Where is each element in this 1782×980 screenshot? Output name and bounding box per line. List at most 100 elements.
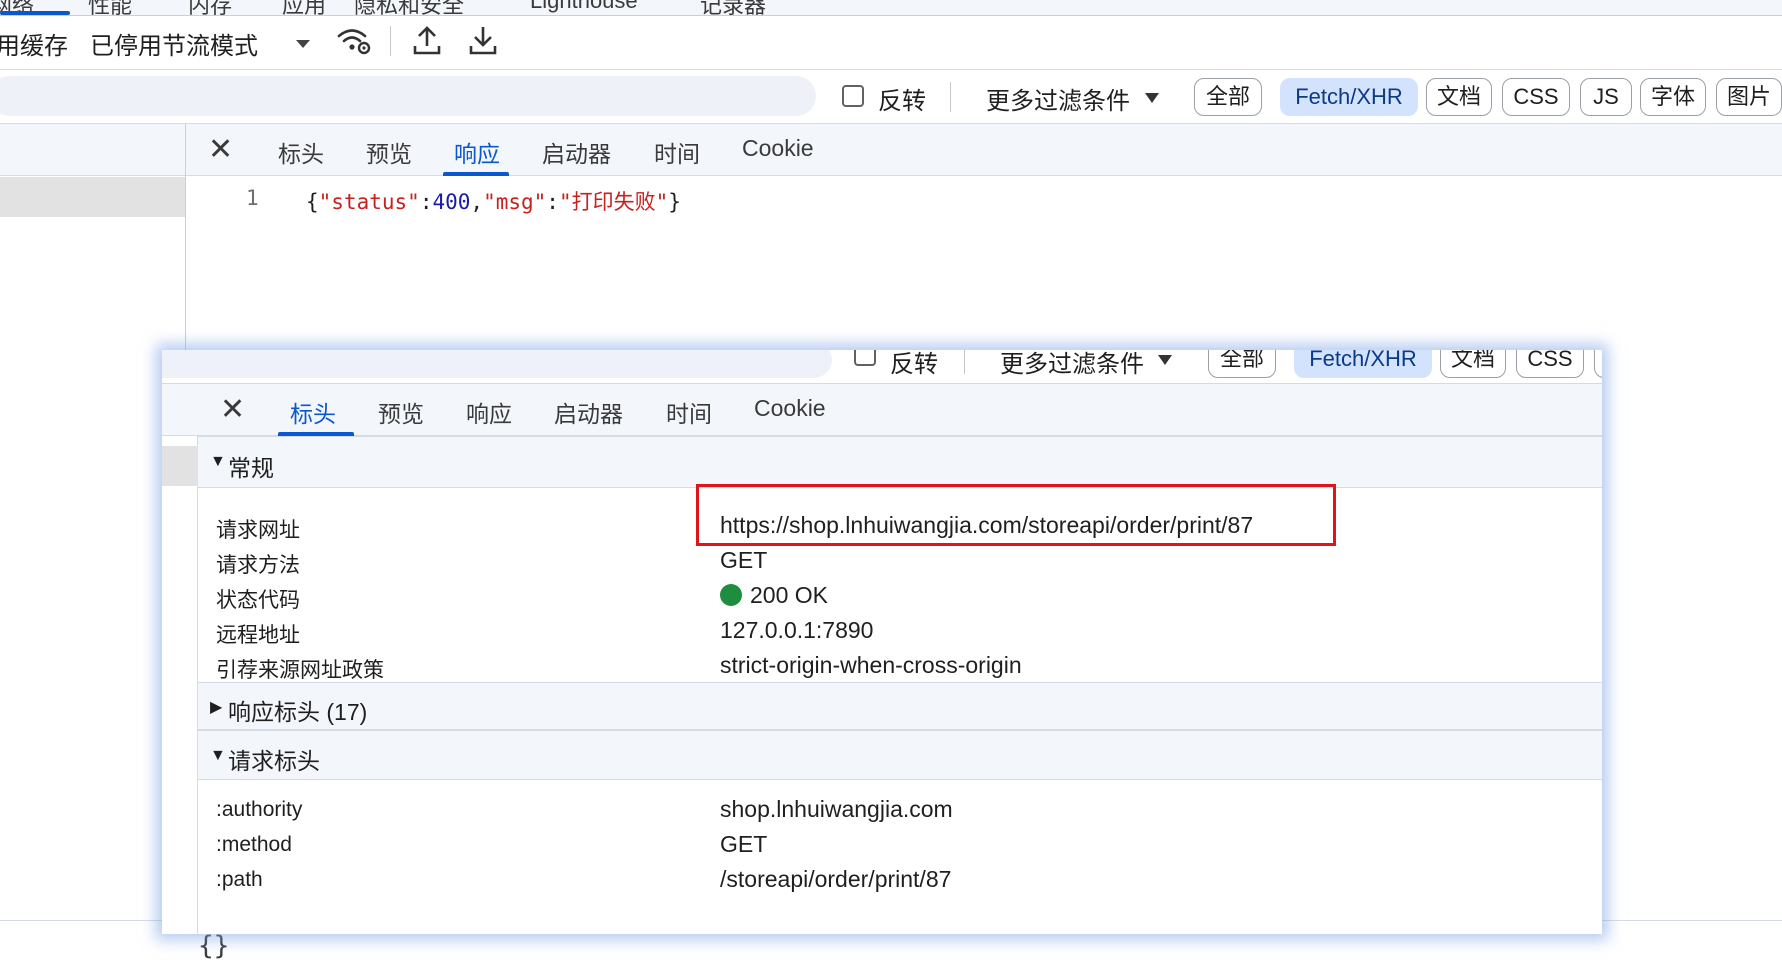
filter-chip-all[interactable]: 全部 <box>1194 78 1262 116</box>
json-brace-close: } <box>668 190 681 214</box>
header-authority-value: shop.lnhuiwangjia.com <box>720 796 953 822</box>
referrer-policy-key: 引荐来源网址政策 <box>216 659 384 682</box>
header-path-value: /storeapi/order/print/87 <box>720 866 952 892</box>
json-value-status: 400 <box>432 190 471 214</box>
download-icon[interactable] <box>468 24 498 63</box>
panel-tab-lighthouse[interactable]: Lighthouse <box>530 0 638 14</box>
filter-divider <box>950 82 951 112</box>
wifi-settings-icon[interactable] <box>336 24 372 63</box>
overlay-filter-divider <box>964 350 965 374</box>
overlay-invert-checkbox[interactable] <box>854 350 876 366</box>
response-json-line: {"status":400,"msg":"打印失败"} <box>306 186 681 216</box>
status-ok-dot-icon <box>720 584 742 606</box>
response-headers-section-header[interactable]: ▶ 响应标头 (17) <box>198 682 1602 730</box>
tab-timing[interactable]: 时间 <box>654 135 700 169</box>
overlay-chip-clipped[interactable] <box>1594 350 1602 378</box>
throttling-select[interactable]: 已停用节流模式 <box>90 26 258 61</box>
panel-tab-memory[interactable]: 内存 <box>188 0 232 15</box>
filter-chip-font[interactable]: 字体 <box>1640 78 1706 116</box>
panel-tab-active-indicator <box>0 11 70 15</box>
tab-response[interactable]: 响应 <box>454 135 500 169</box>
curly-braces-icon[interactable]: {} <box>198 931 229 961</box>
header-authority-key: :authority <box>216 798 303 821</box>
filter-chip-img[interactable]: 图片 <box>1716 78 1782 116</box>
overlay-chip-doc[interactable]: 文档 <box>1440 350 1506 378</box>
overlay-tab-cookies[interactable]: Cookie <box>754 395 826 422</box>
overlay-request-list-header <box>162 384 198 436</box>
invert-label: 反转 <box>878 88 926 115</box>
filter-chip-fetch-xhr[interactable]: Fetch/XHR <box>1280 78 1418 116</box>
overlay-chip-all[interactable]: 全部 <box>1208 350 1276 378</box>
overlay-more-filters[interactable]: 更多过滤条件 <box>1000 350 1144 379</box>
general-section-title: 常规 <box>228 455 274 481</box>
more-filters-button[interactable]: 更多过滤条件 <box>986 81 1130 116</box>
request-list-header <box>0 124 185 176</box>
triangle-down-icon: ▼ <box>210 747 226 764</box>
tab-initiator[interactable]: 启动器 <box>542 135 611 169</box>
line-number: 1 <box>246 186 259 210</box>
overlay-tab-response[interactable]: 响应 <box>466 395 512 429</box>
status-code-value: 200 OK <box>720 582 828 609</box>
highlight-box <box>696 484 1336 546</box>
panel-tab-recorder[interactable]: 记录器 <box>700 0 766 15</box>
header-path-key: :path <box>216 868 263 891</box>
filter-chip-doc[interactable]: 文档 <box>1426 78 1492 116</box>
overlay-tab-initiator[interactable]: 启动器 <box>554 395 623 429</box>
triangle-down-icon: ▼ <box>210 453 226 470</box>
overlay-chip-css[interactable]: CSS <box>1516 350 1584 378</box>
request-headers-section-header[interactable]: ▼ 请求标头 <box>198 730 1602 780</box>
tab-headers[interactable]: 标头 <box>278 135 324 169</box>
detail-tabs: ✕ 标头 预览 响应 启动器 时间 Cookie <box>186 124 1782 176</box>
json-colon: : <box>419 190 433 214</box>
json-comma: , <box>470 190 484 214</box>
overlay-chip-fetch-xhr[interactable]: Fetch/XHR <box>1294 350 1432 378</box>
json-value-msg: "打印失败" <box>558 190 669 214</box>
response-headers-title: 响应标头 (17) <box>228 699 368 725</box>
request-headers-title: 请求标头 <box>228 748 320 774</box>
header-method-key: :method <box>216 833 292 856</box>
request-method-value: GET <box>720 547 768 573</box>
overlay-request-list <box>162 384 198 934</box>
request-list <box>0 124 186 980</box>
overlay-filter-input[interactable] <box>162 350 832 378</box>
tab-cookies[interactable]: Cookie <box>742 135 814 162</box>
overlay-invert-label: 反转 <box>890 351 938 378</box>
response-body: 1 {"status":400,"msg":"打印失败"} <box>186 176 1782 376</box>
network-toolbar: 用缓存 已停用节流模式 <box>0 16 1782 70</box>
filter-chip-js[interactable]: JS <box>1580 78 1632 116</box>
request-method-key: 请求方法 <box>216 554 300 577</box>
panel-tab-privacy-security[interactable]: 隐私和安全 <box>354 0 464 15</box>
referrer-policy-value: strict-origin-when-cross-origin <box>720 652 1022 678</box>
status-code-key: 状态代码 <box>216 589 300 612</box>
remote-address-key: 远程地址 <box>216 624 300 647</box>
header-method-value: GET <box>720 831 768 857</box>
tab-preview[interactable]: 预览 <box>366 135 412 169</box>
filter-chip-css[interactable]: CSS <box>1502 78 1570 116</box>
invert-checkbox[interactable] <box>842 85 864 107</box>
overlay-close-icon[interactable]: ✕ <box>220 395 245 425</box>
overlay-caret-down-icon[interactable] <box>1158 355 1172 365</box>
selected-request-row[interactable] <box>0 177 185 217</box>
overlay-selected-row[interactable] <box>162 446 198 486</box>
panel-tab-application[interactable]: 应用 <box>282 0 326 15</box>
triangle-right-icon: ▶ <box>210 699 223 716</box>
overlay-tab-headers[interactable]: 标头 <box>290 395 336 429</box>
status-code-text: 200 OK <box>750 582 828 608</box>
toolbar-divider <box>390 26 391 56</box>
json-key-status: "status" <box>318 190 420 214</box>
overlay-detail-tabs: ✕ 标头 预览 响应 启动器 时间 Cookie <box>198 384 1602 436</box>
disable-cache-label[interactable]: 用缓存 <box>0 26 68 61</box>
overlay-tab-preview[interactable]: 预览 <box>378 395 424 429</box>
request-url-key: 请求网址 <box>216 519 300 542</box>
overlay-tab-timing[interactable]: 时间 <box>666 395 712 429</box>
caret-down-icon[interactable] <box>1145 93 1159 103</box>
close-icon[interactable]: ✕ <box>208 135 233 165</box>
chevron-down-icon[interactable] <box>296 40 310 48</box>
json-colon: : <box>546 190 559 214</box>
upload-icon[interactable] <box>412 24 442 63</box>
panel-tab-performance[interactable]: 性能 <box>88 0 132 15</box>
general-section-header[interactable]: ▼ 常规 <box>198 436 1602 488</box>
json-brace-open: { <box>306 190 319 214</box>
filter-bar: 反转 更多过滤条件 全部 Fetch/XHR 文档 CSS JS 字体 图片 <box>0 70 1782 124</box>
filter-input[interactable] <box>0 76 816 116</box>
